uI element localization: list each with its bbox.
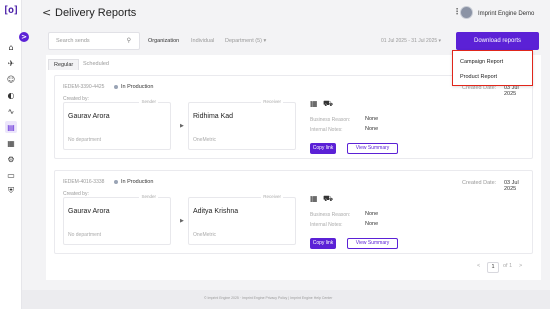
arrow-right-icon: ▶	[180, 218, 184, 224]
status-dot-icon	[114, 85, 118, 89]
sender-name: Gaurav Arora	[68, 208, 110, 215]
receiver-name: Ridhima Kad	[193, 113, 234, 120]
analytics-icon[interactable]: ∿	[6, 106, 16, 116]
created-date-label: Created Date:	[462, 180, 497, 186]
created-date: 03 Jul 2025	[504, 180, 519, 192]
internal-notes-label: Internal Notes:	[310, 127, 343, 133]
reports-panel: Regular Scheduled IEDEM-3390-4425 In Pro…	[46, 55, 541, 280]
receiver-organization: OneMetric	[193, 137, 217, 143]
pagination-next-icon[interactable]: >	[519, 263, 522, 269]
shield-icon[interactable]: ⛨	[6, 186, 16, 196]
receiver-label: Receiver	[261, 99, 283, 104]
download-reports-button[interactable]: Download reports	[456, 32, 539, 50]
sender-department: No department	[68, 137, 102, 143]
copy-link-button[interactable]: Copy link	[310, 238, 336, 249]
search-icon[interactable]: ⚲	[127, 37, 131, 44]
sender-box: Sender Gaurav Arora No department	[63, 194, 171, 245]
back-icon[interactable]: <	[42, 6, 51, 19]
palette-icon[interactable]: ◐	[6, 90, 16, 100]
pagination-prev-icon[interactable]: <	[477, 263, 480, 269]
status-badge: In Production	[121, 179, 154, 185]
menu-item-campaign-report[interactable]: Campaign Report	[460, 59, 503, 65]
delivery-card: IEDEM-4016-3338 In Production Created Da…	[54, 170, 533, 254]
filter-department-dropdown[interactable]: Department (5) ▾	[225, 38, 266, 44]
reports-icon[interactable]: ▤	[5, 121, 17, 133]
business-reason-label: Business Reason:	[310, 212, 351, 218]
created-date: 03 Jul 2025	[504, 85, 519, 97]
user-name[interactable]: Imprint Engine Demo	[478, 11, 534, 17]
page-title: Delivery Reports	[55, 7, 137, 19]
people-icon[interactable]: ☺	[6, 74, 16, 84]
filter-tab-individual[interactable]: Individual	[191, 38, 214, 44]
megaphone-icon[interactable]: ✈	[6, 58, 16, 68]
status-dot-icon	[114, 180, 118, 184]
delivery-card: IEDEM-3390-4425 In Production Created Da…	[54, 75, 533, 159]
home-icon[interactable]: ⌂	[6, 42, 16, 52]
date-range-picker[interactable]: 01 Jul 2025 - 31 Jul 2025 ▾	[381, 38, 441, 44]
filter-bar: Search sends ⚲ Organization Individual D…	[46, 32, 541, 50]
sidebar: [o] ⌂ ✈ ☺ ◐ ∿ ▤ ▦ ⚙ ▭ ⛨	[0, 0, 22, 309]
view-summary-button[interactable]: View Summary	[347, 143, 398, 154]
send-id: IEDEM-4016-3338	[63, 179, 105, 185]
business-reason-value: None	[365, 116, 379, 122]
sender-name: Gaurav Arora	[68, 113, 110, 120]
internal-notes-value: None	[365, 221, 379, 227]
sidebar-collapse-button[interactable]: >	[19, 32, 29, 42]
sender-department: No department	[68, 232, 102, 238]
top-header: < Delivery Reports ⋮ Imprint Engine Demo	[22, 0, 550, 27]
package-icon: ▦	[310, 194, 318, 203]
pagination-page-input[interactable]: 1	[487, 262, 499, 273]
sender-label: Sender	[139, 194, 158, 199]
sender-box: Sender Gaurav Arora No department	[63, 99, 171, 150]
receiver-label: Receiver	[261, 194, 283, 199]
receiver-box: Receiver Aditya Krishna OneMetric	[188, 194, 296, 245]
footer: © Imprint Engine 2025 · Imprint Engine P…	[22, 290, 550, 309]
footer-text[interactable]: © Imprint Engine 2025 · Imprint Engine P…	[204, 296, 332, 300]
internal-notes-label: Internal Notes:	[310, 222, 343, 228]
avatar[interactable]	[460, 6, 473, 19]
business-reason-label: Business Reason:	[310, 117, 351, 123]
receiver-box: Receiver Ridhima Kad OneMetric	[188, 99, 296, 150]
pagination-total: of 1	[503, 263, 513, 269]
status-badge: In Production	[121, 84, 154, 90]
filter-tab-organization[interactable]: Organization	[148, 38, 179, 44]
wallet-icon[interactable]: ▭	[6, 170, 16, 180]
sender-label: Sender	[139, 99, 158, 104]
tab-regular[interactable]: Regular	[48, 59, 80, 70]
business-reason-value: None	[365, 211, 379, 217]
internal-notes-value: None	[365, 126, 379, 132]
arrow-right-icon: ▶	[180, 123, 184, 129]
search-input[interactable]: Search sends ⚲	[48, 32, 140, 50]
receiver-organization: OneMetric	[193, 232, 217, 238]
copy-link-button[interactable]: Copy link	[310, 143, 336, 154]
view-summary-button[interactable]: View Summary	[347, 238, 398, 249]
download-reports-menu: Campaign Report Product Report	[452, 50, 533, 86]
search-placeholder: Search sends	[56, 38, 90, 44]
package-icon: ▦	[310, 99, 318, 108]
delivery-truck-icon: ⛟	[323, 99, 334, 108]
settings-icon[interactable]: ⚙	[6, 154, 16, 164]
delivery-truck-icon: ⛟	[323, 194, 334, 203]
app-logo[interactable]: [o]	[3, 5, 19, 16]
send-id: IEDEM-3390-4425	[63, 84, 105, 90]
grid-icon[interactable]: ▦	[6, 138, 16, 148]
receiver-name: Aditya Krishna	[193, 208, 239, 215]
menu-item-product-report[interactable]: Product Report	[460, 74, 497, 80]
tab-scheduled[interactable]: Scheduled	[78, 59, 114, 70]
